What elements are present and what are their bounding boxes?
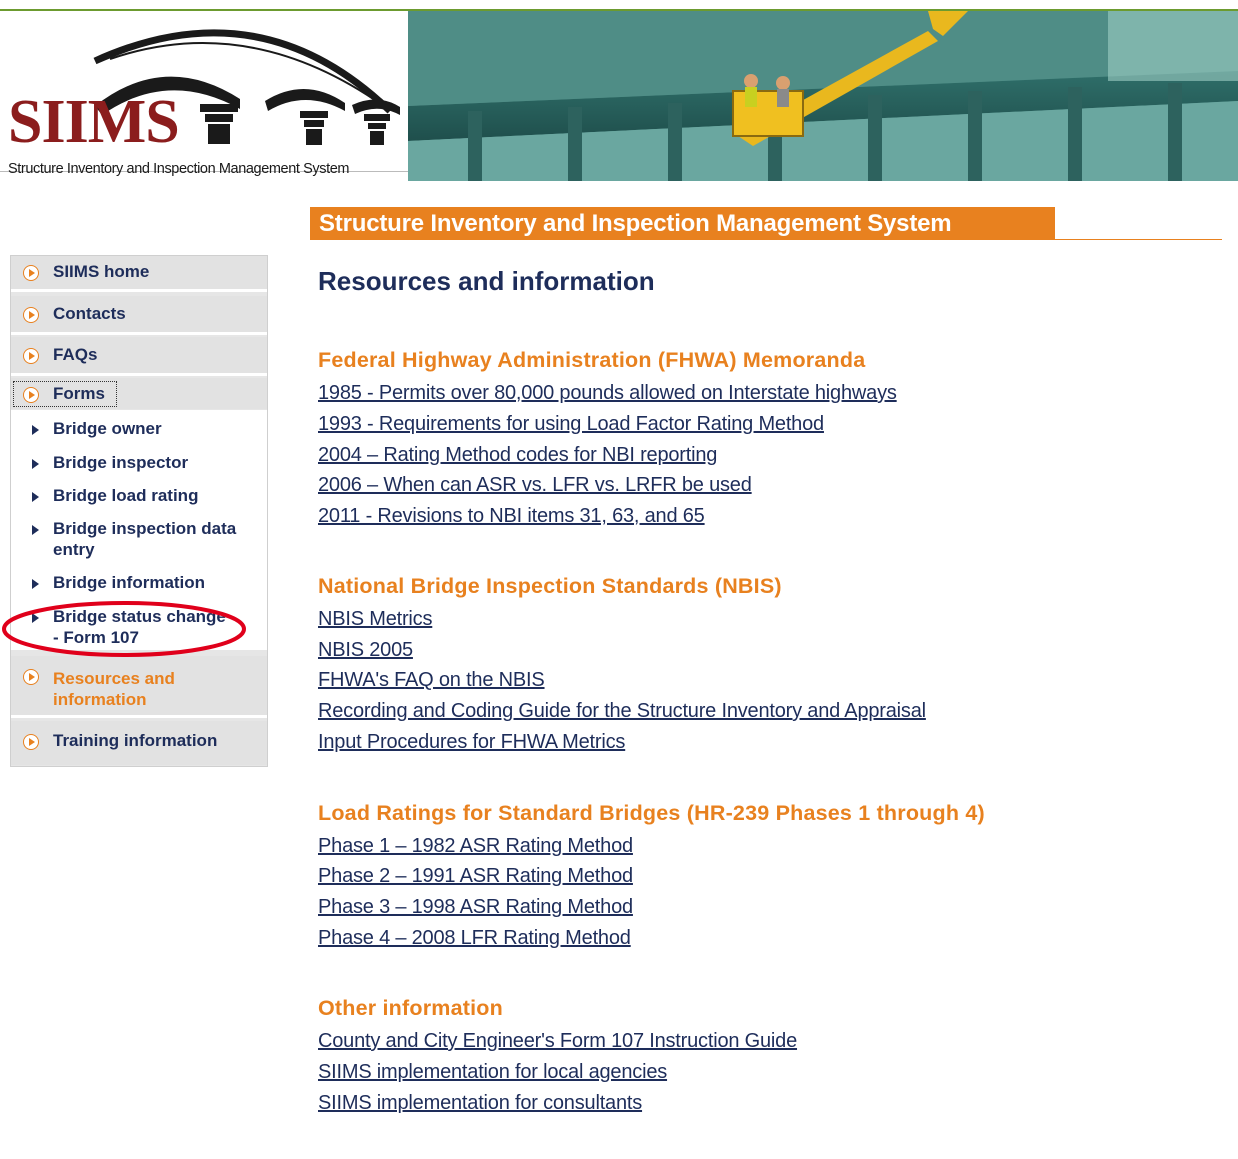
submenu-item-bridge-load-rating[interactable]: Bridge load rating xyxy=(11,485,267,509)
submenu-item-label: Bridge inspector xyxy=(53,453,189,472)
sidebar-item-label: SIIMS home xyxy=(53,262,150,281)
title-divider xyxy=(310,239,1222,240)
sidebar-item-faqs[interactable]: FAQs xyxy=(11,337,267,376)
arrow-right-icon xyxy=(32,579,39,589)
section-heading-other: Other information xyxy=(318,996,503,1020)
link-fhwa-faq-nbis[interactable]: FHWA's FAQ on the NBIS xyxy=(318,669,545,692)
sidebar-item-siims-home[interactable]: SIIMS home xyxy=(11,256,267,292)
submenu-item-label: Bridge information xyxy=(53,573,206,592)
sidebar-nav: SIIMS home Contacts FAQs Forms Bridge ow… xyxy=(10,255,268,767)
logo-subtitle: Structure Inventory and Inspection Manag… xyxy=(8,161,350,177)
arrow-right-icon xyxy=(32,459,39,469)
site-title: Structure Inventory and Inspection Manag… xyxy=(319,210,952,237)
link-fhwa-1993[interactable]: 1993 - Requirements for using Load Facto… xyxy=(318,413,824,436)
link-fhwa-2004[interactable]: 2004 – Rating Method codes for NBI repor… xyxy=(318,444,717,467)
submenu-item-label: Bridge inspection data entry xyxy=(53,519,237,559)
link-coding-guide[interactable]: Recording and Coding Guide for the Struc… xyxy=(318,700,926,723)
page-heading: Resources and information xyxy=(318,266,655,296)
submenu-item-bridge-inspection-data-entry[interactable]: Bridge inspection data entry xyxy=(11,518,267,564)
link-siims-consultants[interactable]: SIIMS implementation for consultants xyxy=(318,1092,642,1115)
siims-logo[interactable]: SIIMS Structure Inventory and Inspection… xyxy=(0,11,408,181)
annotation-ellipse xyxy=(2,601,246,657)
sidebar-item-label: Resources and information xyxy=(53,669,175,709)
arrow-right-icon xyxy=(32,492,39,502)
link-fhwa-2011[interactable]: 2011 - Revisions to NBI items 31, 63, an… xyxy=(318,505,705,528)
arrow-right-icon xyxy=(32,525,39,535)
circle-arrow-icon xyxy=(23,669,39,685)
submenu-item-label: Bridge load rating xyxy=(53,486,199,505)
link-fhwa-2006[interactable]: 2006 – When can ASR vs. LFR vs. LRFR be … xyxy=(318,474,752,497)
submenu-item-label: Bridge owner xyxy=(53,419,162,438)
focus-outline xyxy=(13,381,117,407)
circle-arrow-icon xyxy=(23,265,39,281)
section-heading-load-ratings: Load Ratings for Standard Bridges (HR-23… xyxy=(318,801,985,825)
link-phase-3[interactable]: Phase 3 – 1998 ASR Rating Method xyxy=(318,896,633,919)
sidebar-item-label: Contacts xyxy=(53,304,126,323)
submenu-item-bridge-inspector[interactable]: Bridge inspector xyxy=(11,452,267,476)
bridge-photo xyxy=(408,11,1238,181)
sidebar-item-resources[interactable]: Resources and information xyxy=(11,656,267,718)
circle-arrow-icon xyxy=(23,734,39,750)
logo-wordmark: SIIMS xyxy=(8,88,180,156)
sidebar-item-label: FAQs xyxy=(53,345,98,364)
site-banner: SIIMS Structure Inventory and Inspection… xyxy=(0,0,1238,181)
link-siims-local-agencies[interactable]: SIIMS implementation for local agencies xyxy=(318,1061,667,1084)
link-phase-2[interactable]: Phase 2 – 1991 ASR Rating Method xyxy=(318,865,633,888)
submenu-item-bridge-information[interactable]: Bridge information xyxy=(11,572,267,596)
section-heading-nbis: National Bridge Inspection Standards (NB… xyxy=(318,574,782,598)
sidebar-item-label: Training information xyxy=(53,731,218,750)
page-title-bar: Structure Inventory and Inspection Manag… xyxy=(310,207,1055,239)
sidebar-item-training[interactable]: Training information xyxy=(11,721,267,765)
link-nbis-2005[interactable]: NBIS 2005 xyxy=(318,639,413,662)
circle-arrow-icon xyxy=(23,348,39,364)
arrow-right-icon xyxy=(32,425,39,435)
section-heading-fhwa: Federal Highway Administration (FHWA) Me… xyxy=(318,348,866,372)
link-phase-4[interactable]: Phase 4 – 2008 LFR Rating Method xyxy=(318,927,631,950)
link-fhwa-1985[interactable]: 1985 - Permits over 80,000 pounds allowe… xyxy=(318,382,897,405)
link-phase-1[interactable]: Phase 1 – 1982 ASR Rating Method xyxy=(318,835,633,858)
circle-arrow-icon xyxy=(23,307,39,323)
link-nbis-metrics[interactable]: NBIS Metrics xyxy=(318,608,432,631)
link-input-procedures[interactable]: Input Procedures for FHWA Metrics xyxy=(318,731,625,754)
sidebar-item-contacts[interactable]: Contacts xyxy=(11,296,267,335)
link-form-107-guide[interactable]: County and City Engineer's Form 107 Inst… xyxy=(318,1030,797,1053)
submenu-item-bridge-owner[interactable]: Bridge owner xyxy=(11,418,267,442)
